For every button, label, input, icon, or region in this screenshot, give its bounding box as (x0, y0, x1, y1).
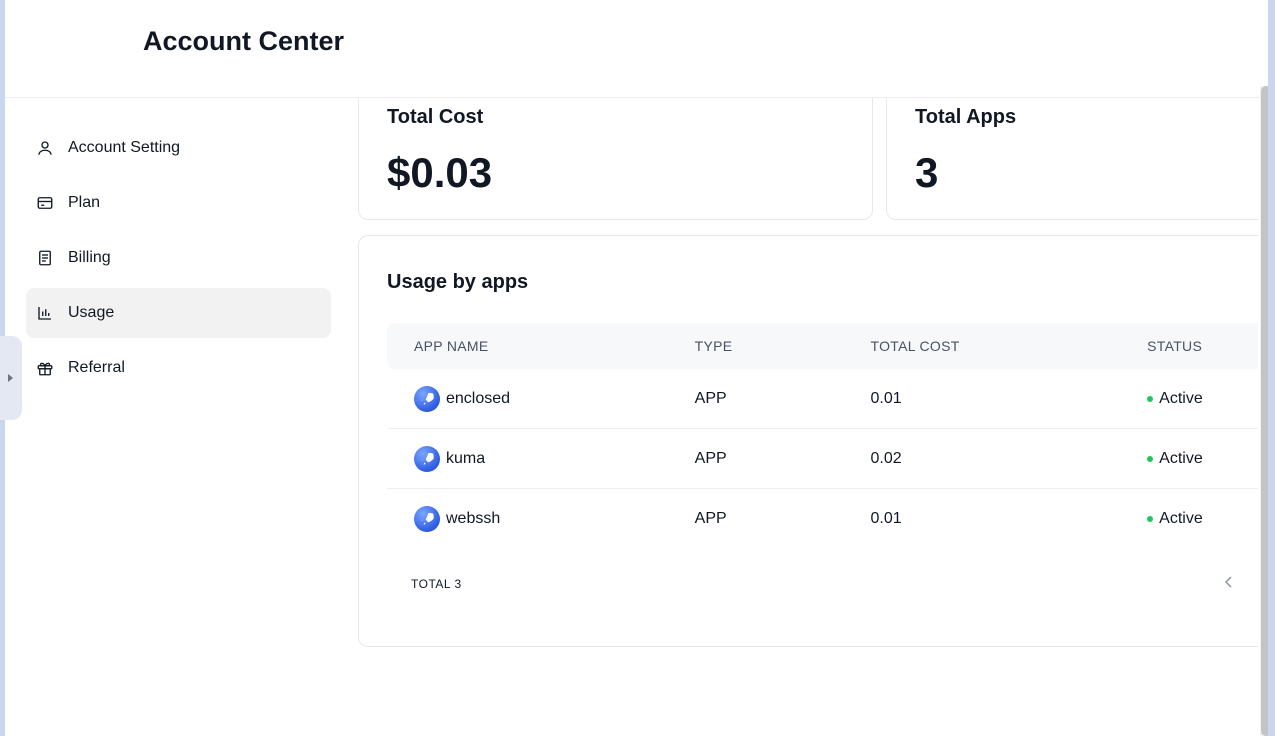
main-content: Total Cost $0.03 Total Apps 3 Usage by a… (358, 98, 1258, 736)
status-text: Active (1159, 449, 1203, 467)
app-name: webssh (446, 510, 501, 527)
column-header-app-name: APP NAME (414, 338, 489, 354)
rocket-icon (414, 506, 440, 532)
app-status: Active (1147, 450, 1258, 468)
rocket-icon (414, 445, 440, 472)
app-name-cell: enclosed (387, 385, 695, 412)
page-title: Account Center (143, 26, 345, 56)
usage-card: Usage by apps APP NAME TYPE TOTAL COST S… (358, 235, 1258, 647)
total-apps-card: Total Apps 3 (886, 98, 1258, 220)
total-apps-value: 3 (915, 149, 939, 196)
user-icon (36, 139, 54, 157)
chevron-left-icon[interactable] (1221, 574, 1237, 590)
app-status: Active (1147, 390, 1258, 408)
table-row[interactable]: webssh APP 0.01 Active (387, 489, 1258, 549)
gift-icon (36, 359, 54, 377)
total-cost-value: $0.03 (387, 149, 493, 196)
status-text: Active (1159, 389, 1203, 407)
column-header-total-cost: TOTAL COST (870, 338, 960, 354)
app-type: APP (694, 510, 727, 527)
rocket-icon (414, 385, 440, 412)
app-cost: 0.01 (870, 510, 902, 527)
table-row[interactable]: kuma APP 0.02 Active (387, 429, 1258, 489)
app-name-cell: kuma (387, 445, 695, 472)
sidebar-item-label: Billing (68, 249, 111, 266)
app-status: Active (1147, 510, 1258, 528)
column-header-type: TYPE (694, 338, 733, 354)
total-apps-label: Total Apps (915, 106, 1017, 128)
usage-table: APP NAME TYPE TOTAL COST STATUS enclosed… (387, 323, 1258, 549)
table-header: APP NAME TYPE TOTAL COST STATUS (387, 323, 1258, 369)
sidebar-item-billing[interactable]: Billing (26, 233, 331, 283)
caret-right-icon (7, 374, 13, 382)
sidebar-item-label: Referral (68, 359, 125, 376)
card-icon (36, 194, 54, 212)
scrollbar-thumb[interactable] (1261, 86, 1268, 736)
status-dot-icon (1147, 395, 1154, 402)
total-cost-label: Total Cost (387, 106, 484, 128)
status-dot-icon (1147, 516, 1154, 522)
app-cost: 0.01 (870, 389, 902, 407)
app-type: APP (694, 389, 727, 407)
sidebar-item-plan[interactable]: Plan (26, 178, 331, 228)
usage-title: Usage by apps (387, 271, 529, 293)
column-header-status: STATUS (1147, 338, 1203, 354)
status-text: Active (1159, 510, 1203, 527)
bar-chart-icon (36, 304, 54, 322)
app-name-cell: webssh (387, 506, 695, 532)
total-cost-card: Total Cost $0.03 (358, 98, 873, 220)
app-window: Account Center Account Setting Plan Bill… (5, 0, 1268, 736)
app-name: enclosed (446, 389, 511, 407)
receipt-icon (36, 249, 54, 267)
sidebar-item-referral[interactable]: Referral (26, 343, 331, 393)
app-type: APP (694, 449, 727, 467)
app-name: kuma (446, 449, 486, 467)
sidebar-item-account-setting[interactable]: Account Setting (26, 123, 331, 173)
sidebar: Account Setting Plan Billing Usage Refer… (26, 123, 331, 398)
app-cost: 0.02 (870, 449, 902, 467)
sidebar-item-label: Plan (68, 194, 101, 211)
status-dot-icon (1147, 455, 1154, 462)
sidebar-toggle-button[interactable] (0, 336, 22, 420)
sidebar-item-label: Account Setting (68, 139, 181, 156)
sidebar-item-label: Usage (68, 304, 115, 321)
table-total-count: TOTAL 3 (411, 577, 462, 591)
sidebar-item-usage[interactable]: Usage (26, 288, 331, 338)
page-header: Account Center (5, 0, 1268, 98)
table-row[interactable]: enclosed APP 0.01 Active (387, 369, 1258, 429)
